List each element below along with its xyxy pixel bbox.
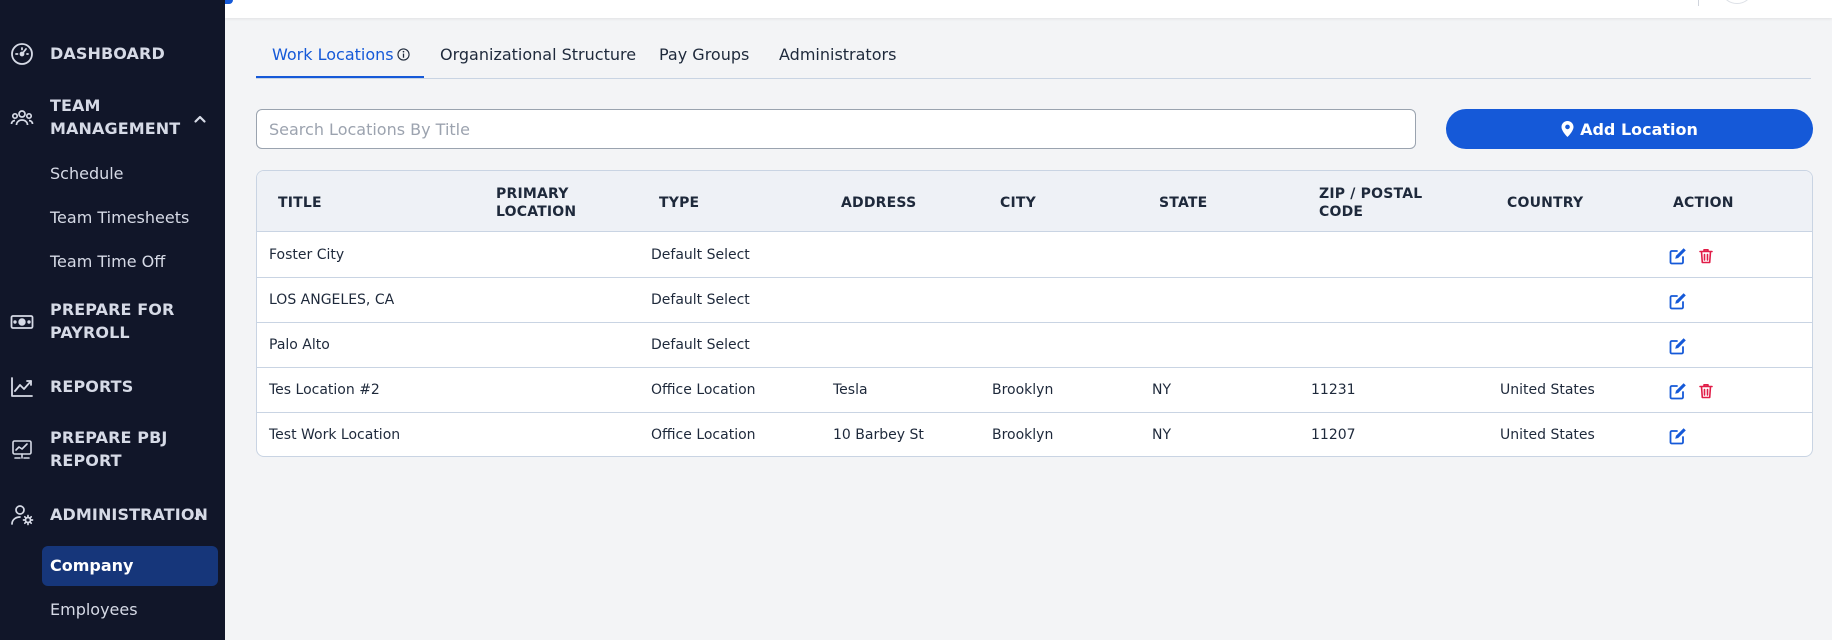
cell-title: LOS ANGELES, CA [269,292,395,308]
sidebar-item-label: PREPARE PBJ REPORT [50,428,168,470]
column-header-state[interactable]: STATE [1159,194,1207,212]
column-header-action: ACTION [1673,195,1734,211]
cell-state: NY [1152,382,1172,398]
cell-address: Tesla [833,382,868,398]
search-input[interactable] [256,109,1416,149]
cell-city: Brooklyn [992,427,1054,443]
tab-work-locations[interactable]: Work Locations [272,44,410,66]
sidebar-item-label: DASHBOARD [50,44,165,63]
column-header-title[interactable]: TITLE [278,194,322,212]
edit-icon[interactable] [1669,382,1687,400]
tab-organizational-structure[interactable]: Organizational Structure [440,44,636,66]
locations-table: TITLE PRIMARY LOCATION TYPE ADDRESS CITY… [256,170,1813,457]
edit-icon[interactable] [1669,247,1687,265]
user-gear-icon [10,503,34,527]
add-location-button[interactable]: Add Location [1446,109,1813,149]
cell-address: 10 Barbey St [833,427,924,443]
column-header-zip[interactable]: ZIP / POSTAL CODE [1319,185,1429,221]
top-bar-divider [1698,0,1699,6]
cell-country: United States [1500,427,1595,443]
cell-type: Default Select [651,247,750,263]
sidebar-item-team-management[interactable]: TEAM MANAGEMENT [0,94,225,142]
cell-title: Palo Alto [269,337,330,353]
tab-bar: Work Locations Organizational Structure … [256,36,1811,79]
money-icon [10,310,34,334]
gauge-icon [10,42,34,66]
sidebar-item-label: REPORTS [50,377,134,396]
cell-zip: 11231 [1311,382,1356,398]
sidebar: DASHBOARD TEAM MANAGEMENT Schedule Team … [0,0,225,640]
active-tab-indicator [256,76,424,78]
cell-type: Office Location [651,427,756,443]
sidebar-item-prepare-for-payroll[interactable]: PREPARE FOR PAYROLL [0,298,225,346]
sidebar-subitem-schedule[interactable]: Schedule [50,163,124,185]
sidebar-subitem-team-time-off[interactable]: Team Time Off [50,251,165,273]
cell-title: Tes Location #2 [269,382,380,398]
cell-city: Brooklyn [992,382,1054,398]
tab-pay-groups[interactable]: Pay Groups [659,44,749,66]
table-row: LOS ANGELES, CA Default Select [257,278,1812,323]
add-location-label: Add Location [1580,119,1698,139]
table-row: Foster City Default Select [257,233,1812,278]
map-pin-icon [1561,121,1574,137]
cell-zip: 11207 [1311,427,1356,443]
sidebar-subitem-employees[interactable]: Employees [50,599,138,621]
sidebar-item-reports[interactable]: REPORTS [0,375,225,399]
sidebar-item-label: ADMINISTRATION [50,505,209,524]
cell-title: Test Work Location [269,427,401,443]
tab-label: Work Locations [272,45,394,64]
chevron-up-icon[interactable] [193,508,207,522]
cell-title: Foster City [269,247,345,263]
sidebar-item-administration[interactable]: ADMINISTRATION [0,503,225,527]
cell-type: Default Select [651,337,750,353]
trash-icon[interactable] [1697,382,1715,400]
cell-type: Office Location [651,382,756,398]
table-row: Tes Location #2 Office Location Tesla Brook… [257,368,1812,413]
table-row: Palo Alto Default Select [257,323,1812,368]
sidebar-item-dashboard[interactable]: DASHBOARD [0,42,225,66]
cell-type: Default Select [651,292,750,308]
table-header: TITLE PRIMARY LOCATION TYPE ADDRESS CITY… [257,171,1812,232]
sidebar-item-label: TEAM MANAGEMENT [50,96,181,138]
cell-state: NY [1152,427,1172,443]
edit-icon[interactable] [1669,427,1687,445]
trash-icon[interactable] [1697,247,1715,265]
cell-country: United States [1500,382,1595,398]
edit-icon[interactable] [1669,292,1687,310]
column-header-type[interactable]: TYPE [659,194,699,212]
users-icon [10,106,34,130]
sidebar-item-prepare-pbj-report[interactable]: PREPARE PBJ REPORT [0,426,225,474]
column-header-address[interactable]: ADDRESS [841,194,916,212]
column-header-country[interactable]: COUNTRY [1507,194,1583,212]
chevron-up-icon[interactable] [193,111,207,125]
sidebar-subitem-team-timesheets[interactable]: Team Timesheets [50,207,189,229]
sidebar-item-label: PREPARE FOR PAYROLL [50,300,175,342]
sidebar-subitem-label: Company [50,556,134,575]
edit-icon[interactable] [1669,337,1687,355]
table-row: Test Work Location Office Location 10 Barb… [257,413,1812,456]
top-bar [225,0,1832,18]
tab-administrators[interactable]: Administrators [779,44,896,66]
report-chart-icon [10,438,34,462]
info-icon[interactable] [396,48,410,61]
column-header-city[interactable]: CITY [1000,194,1036,212]
chart-line-icon [10,375,34,399]
sidebar-subitem-company[interactable]: Company [42,546,218,586]
column-header-primary-location[interactable]: PRIMARY LOCATION [496,185,586,221]
